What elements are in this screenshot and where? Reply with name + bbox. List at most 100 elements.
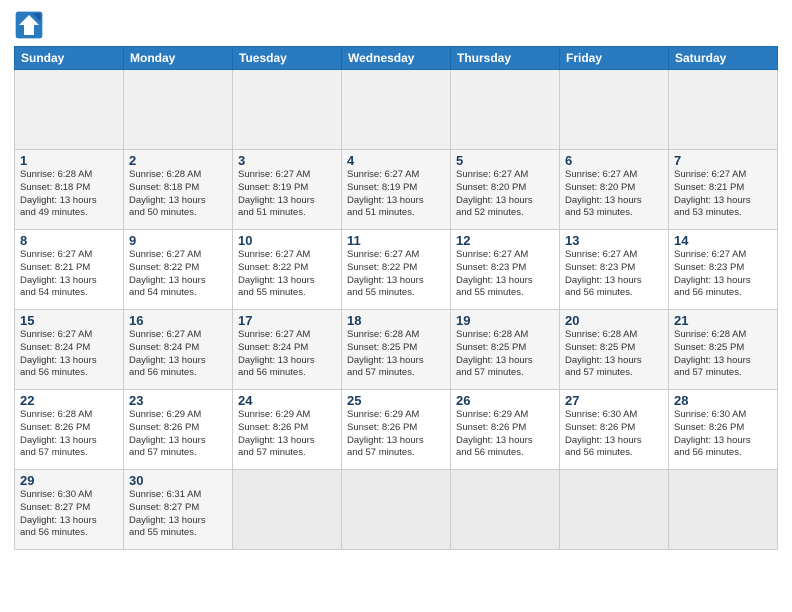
day-number: 3 [238,153,336,168]
day-info: Sunrise: 6:27 AM Sunset: 8:20 PM Dayligh… [565,169,663,220]
calendar-cell: 2Sunrise: 6:28 AM Sunset: 8:18 PM Daylig… [124,150,233,230]
day-info: Sunrise: 6:27 AM Sunset: 8:23 PM Dayligh… [456,249,554,300]
calendar-cell: 27Sunrise: 6:30 AM Sunset: 8:26 PM Dayli… [560,390,669,470]
calendar-cell: 10Sunrise: 6:27 AM Sunset: 8:22 PM Dayli… [233,230,342,310]
calendar-cell [669,70,778,150]
calendar-cell: 19Sunrise: 6:28 AM Sunset: 8:25 PM Dayli… [451,310,560,390]
calendar-week-row-3: 8Sunrise: 6:27 AM Sunset: 8:21 PM Daylig… [15,230,778,310]
calendar-cell: 30Sunrise: 6:31 AM Sunset: 8:27 PM Dayli… [124,470,233,550]
weekday-header-row: SundayMondayTuesdayWednesdayThursdayFrid… [15,47,778,70]
weekday-header-thursday: Thursday [451,47,560,70]
day-number: 30 [129,473,227,488]
day-info: Sunrise: 6:27 AM Sunset: 8:20 PM Dayligh… [456,169,554,220]
calendar-cell: 5Sunrise: 6:27 AM Sunset: 8:20 PM Daylig… [451,150,560,230]
day-info: Sunrise: 6:27 AM Sunset: 8:22 PM Dayligh… [347,249,445,300]
day-number: 24 [238,393,336,408]
day-info: Sunrise: 6:27 AM Sunset: 8:24 PM Dayligh… [129,329,227,380]
day-info: Sunrise: 6:30 AM Sunset: 8:27 PM Dayligh… [20,489,118,540]
day-info: Sunrise: 6:28 AM Sunset: 8:25 PM Dayligh… [456,329,554,380]
day-info: Sunrise: 6:27 AM Sunset: 8:21 PM Dayligh… [20,249,118,300]
calendar-cell [342,70,451,150]
calendar-cell: 26Sunrise: 6:29 AM Sunset: 8:26 PM Dayli… [451,390,560,470]
calendar-week-row-4: 15Sunrise: 6:27 AM Sunset: 8:24 PM Dayli… [15,310,778,390]
calendar-week-row-2: 1Sunrise: 6:28 AM Sunset: 8:18 PM Daylig… [15,150,778,230]
calendar-cell: 15Sunrise: 6:27 AM Sunset: 8:24 PM Dayli… [15,310,124,390]
calendar-cell: 23Sunrise: 6:29 AM Sunset: 8:26 PM Dayli… [124,390,233,470]
calendar-cell [342,470,451,550]
weekday-header-wednesday: Wednesday [342,47,451,70]
day-number: 16 [129,313,227,328]
day-info: Sunrise: 6:28 AM Sunset: 8:26 PM Dayligh… [20,409,118,460]
day-number: 15 [20,313,118,328]
day-number: 26 [456,393,554,408]
day-number: 27 [565,393,663,408]
day-info: Sunrise: 6:28 AM Sunset: 8:18 PM Dayligh… [20,169,118,220]
day-number: 12 [456,233,554,248]
day-number: 28 [674,393,772,408]
calendar-week-row-1 [15,70,778,150]
day-number: 19 [456,313,554,328]
day-info: Sunrise: 6:29 AM Sunset: 8:26 PM Dayligh… [238,409,336,460]
day-number: 13 [565,233,663,248]
calendar-cell: 3Sunrise: 6:27 AM Sunset: 8:19 PM Daylig… [233,150,342,230]
calendar-cell: 13Sunrise: 6:27 AM Sunset: 8:23 PM Dayli… [560,230,669,310]
day-info: Sunrise: 6:27 AM Sunset: 8:21 PM Dayligh… [674,169,772,220]
weekday-header-tuesday: Tuesday [233,47,342,70]
day-number: 11 [347,233,445,248]
calendar-cell: 6Sunrise: 6:27 AM Sunset: 8:20 PM Daylig… [560,150,669,230]
weekday-header-saturday: Saturday [669,47,778,70]
day-info: Sunrise: 6:27 AM Sunset: 8:23 PM Dayligh… [674,249,772,300]
calendar-cell [233,70,342,150]
calendar-cell: 28Sunrise: 6:30 AM Sunset: 8:26 PM Dayli… [669,390,778,470]
day-info: Sunrise: 6:27 AM Sunset: 8:19 PM Dayligh… [238,169,336,220]
day-number: 9 [129,233,227,248]
day-info: Sunrise: 6:27 AM Sunset: 8:22 PM Dayligh… [238,249,336,300]
day-info: Sunrise: 6:30 AM Sunset: 8:26 PM Dayligh… [565,409,663,460]
day-number: 10 [238,233,336,248]
weekday-header-sunday: Sunday [15,47,124,70]
day-number: 20 [565,313,663,328]
calendar-cell [451,470,560,550]
calendar-cell: 9Sunrise: 6:27 AM Sunset: 8:22 PM Daylig… [124,230,233,310]
calendar-cell: 18Sunrise: 6:28 AM Sunset: 8:25 PM Dayli… [342,310,451,390]
day-number: 25 [347,393,445,408]
day-info: Sunrise: 6:28 AM Sunset: 8:25 PM Dayligh… [347,329,445,380]
day-number: 4 [347,153,445,168]
calendar-cell: 20Sunrise: 6:28 AM Sunset: 8:25 PM Dayli… [560,310,669,390]
day-info: Sunrise: 6:29 AM Sunset: 8:26 PM Dayligh… [129,409,227,460]
day-info: Sunrise: 6:27 AM Sunset: 8:24 PM Dayligh… [20,329,118,380]
calendar-cell [451,70,560,150]
day-info: Sunrise: 6:30 AM Sunset: 8:26 PM Dayligh… [674,409,772,460]
calendar-cell: 17Sunrise: 6:27 AM Sunset: 8:24 PM Dayli… [233,310,342,390]
day-info: Sunrise: 6:29 AM Sunset: 8:26 PM Dayligh… [347,409,445,460]
calendar-cell: 25Sunrise: 6:29 AM Sunset: 8:26 PM Dayli… [342,390,451,470]
calendar-table: SundayMondayTuesdayWednesdayThursdayFrid… [14,46,778,550]
day-number: 22 [20,393,118,408]
weekday-header-friday: Friday [560,47,669,70]
day-info: Sunrise: 6:29 AM Sunset: 8:26 PM Dayligh… [456,409,554,460]
day-info: Sunrise: 6:28 AM Sunset: 8:18 PM Dayligh… [129,169,227,220]
day-number: 6 [565,153,663,168]
logo [14,10,48,40]
day-number: 21 [674,313,772,328]
day-info: Sunrise: 6:27 AM Sunset: 8:22 PM Dayligh… [129,249,227,300]
calendar-cell: 11Sunrise: 6:27 AM Sunset: 8:22 PM Dayli… [342,230,451,310]
day-number: 5 [456,153,554,168]
calendar-week-row-5: 22Sunrise: 6:28 AM Sunset: 8:26 PM Dayli… [15,390,778,470]
calendar-cell [15,70,124,150]
day-number: 2 [129,153,227,168]
day-number: 18 [347,313,445,328]
day-number: 8 [20,233,118,248]
calendar-cell: 1Sunrise: 6:28 AM Sunset: 8:18 PM Daylig… [15,150,124,230]
day-info: Sunrise: 6:27 AM Sunset: 8:19 PM Dayligh… [347,169,445,220]
day-number: 29 [20,473,118,488]
calendar-cell: 7Sunrise: 6:27 AM Sunset: 8:21 PM Daylig… [669,150,778,230]
calendar-cell: 12Sunrise: 6:27 AM Sunset: 8:23 PM Dayli… [451,230,560,310]
day-info: Sunrise: 6:27 AM Sunset: 8:24 PM Dayligh… [238,329,336,380]
day-number: 23 [129,393,227,408]
calendar-cell [560,470,669,550]
header [14,10,778,40]
day-info: Sunrise: 6:28 AM Sunset: 8:25 PM Dayligh… [674,329,772,380]
page: SundayMondayTuesdayWednesdayThursdayFrid… [0,0,792,612]
calendar-cell [560,70,669,150]
